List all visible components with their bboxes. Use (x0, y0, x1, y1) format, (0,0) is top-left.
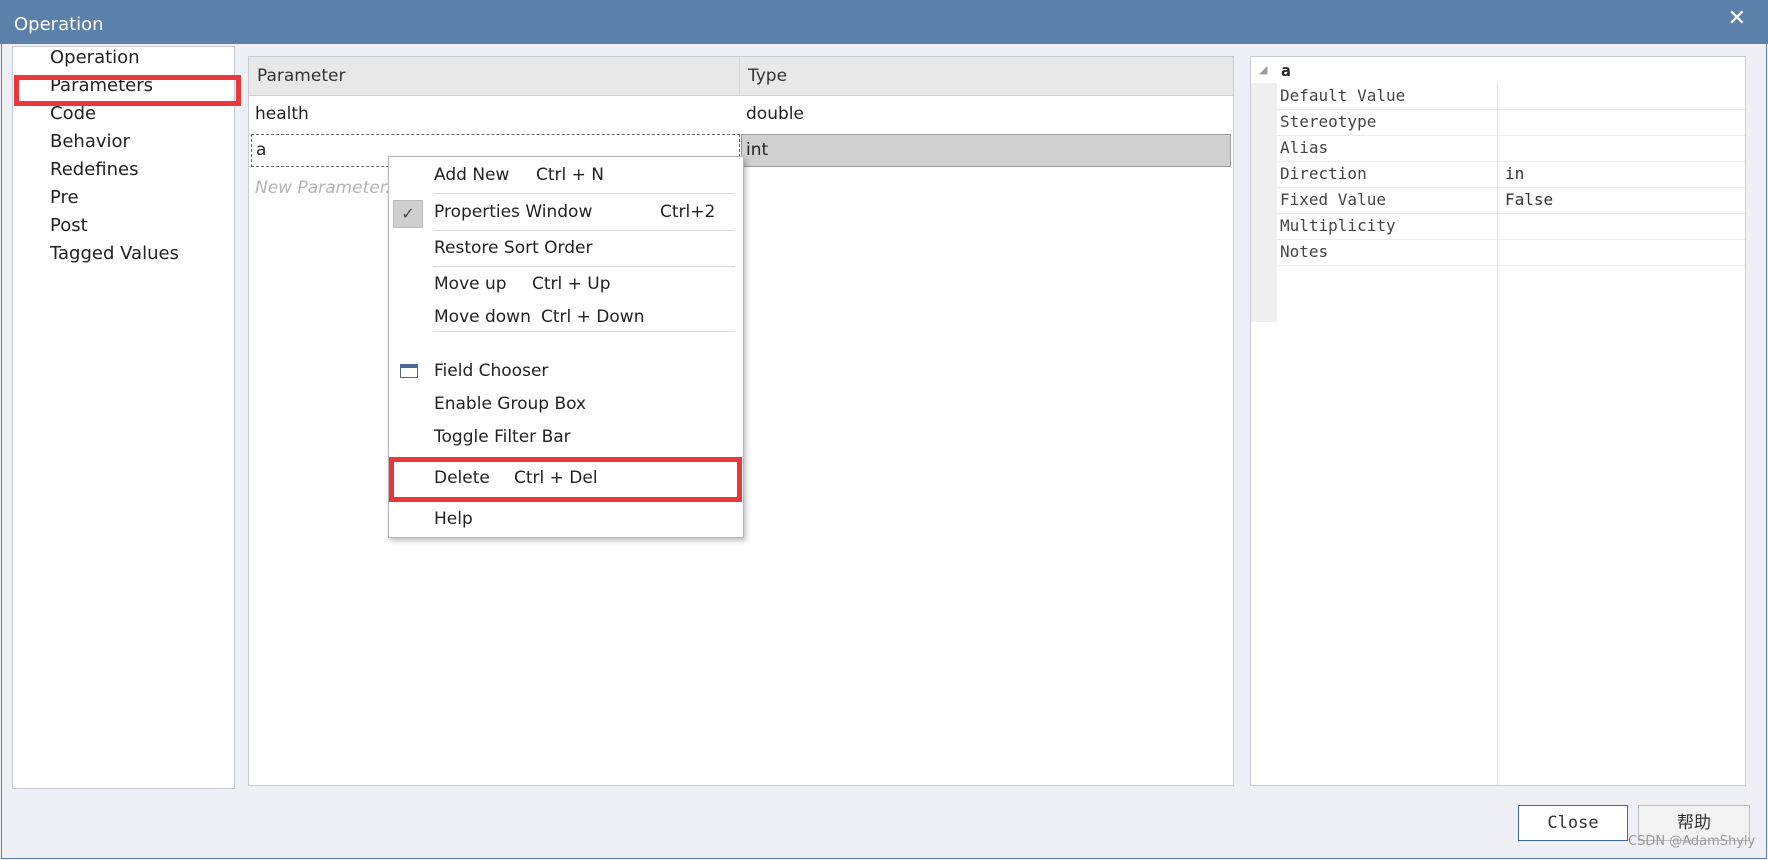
window-title: Operation (14, 14, 104, 35)
nav-item-pre[interactable]: Pre (50, 187, 79, 208)
menu-item-move-up[interactable]: Move up (434, 274, 507, 294)
shortcut-move-up: Ctrl + Up (532, 274, 611, 294)
property-key: Notes (1280, 242, 1329, 261)
menu-item-properties-window[interactable]: Properties Window (434, 202, 592, 222)
shortcut-move-down: Ctrl + Down (541, 307, 645, 327)
row-health-type[interactable]: double (746, 104, 804, 124)
row-health-parameter[interactable]: health (255, 104, 309, 124)
menu-separator (433, 193, 735, 194)
nav-item-post[interactable]: Post (50, 215, 88, 236)
watermark: CSDN @AdamShyly (1628, 834, 1756, 849)
property-row-direction[interactable]: Direction in (1277, 161, 1745, 188)
menu-separator (433, 331, 735, 332)
property-row-stereotype[interactable]: Stereotype (1277, 109, 1745, 136)
row-a-type: int (746, 140, 769, 160)
nav-item-code[interactable]: Code (50, 103, 96, 124)
property-key: Alias (1280, 138, 1329, 157)
property-key: Default Value (1280, 86, 1406, 105)
delete-highlight-box (389, 457, 742, 502)
column-divider[interactable] (739, 57, 740, 95)
new-parameter-placeholder[interactable]: New Parameter... (255, 178, 401, 198)
properties-element-name: a (1281, 61, 1291, 80)
menu-item-add-new[interactable]: Add New (434, 165, 509, 185)
property-value[interactable]: in (1505, 164, 1524, 183)
close-button[interactable]: Close (1518, 805, 1628, 841)
property-row-multiplicity[interactable]: Multiplicity (1277, 213, 1745, 240)
row-a-parameter: a (256, 140, 267, 160)
menu-item-restore-sort-order[interactable]: Restore Sort Order (434, 238, 592, 258)
menu-item-help[interactable]: Help (434, 509, 473, 529)
property-key: Multiplicity (1280, 216, 1396, 235)
menu-item-field-chooser[interactable]: Field Chooser (434, 361, 548, 381)
column-header-type[interactable]: Type (748, 57, 787, 95)
properties-header: ◢ a (1251, 57, 1745, 83)
nav-item-tagged-values[interactable]: Tagged Values (50, 243, 179, 264)
shortcut-properties-window: Ctrl+2 (660, 202, 716, 222)
nav-item-redefines[interactable]: Redefines (50, 159, 138, 180)
window-icon (400, 364, 418, 378)
collapse-triangle-icon[interactable]: ◢ (1259, 63, 1267, 76)
nav-item-behavior[interactable]: Behavior (50, 131, 130, 152)
menu-separator (433, 266, 735, 267)
shortcut-add-new: Ctrl + N (536, 165, 605, 185)
property-row-notes[interactable]: Notes (1277, 239, 1745, 266)
property-row-alias[interactable]: Alias (1277, 135, 1745, 162)
row-a-type-cell[interactable]: int (741, 134, 1231, 167)
close-icon[interactable]: ✕ (1728, 6, 1746, 31)
menu-item-enable-group-box[interactable]: Enable Group Box (434, 394, 586, 414)
property-key: Fixed Value (1280, 190, 1386, 209)
column-header-parameter[interactable]: Parameter (257, 57, 345, 95)
menu-item-move-down[interactable]: Move down (434, 307, 531, 327)
grid-header: Parameter Type (249, 57, 1233, 96)
properties-panel: ◢ a Default Value Stereotype Alias Direc… (1250, 56, 1746, 786)
title-bar: Operation ✕ (0, 0, 1768, 44)
parameters-highlight-box (14, 75, 241, 106)
property-row-fixed-value[interactable]: Fixed Value False (1277, 187, 1745, 214)
checkmark-icon: ✓ (393, 200, 423, 228)
menu-separator (433, 230, 735, 231)
property-key: Stereotype (1280, 112, 1377, 131)
nav-panel: Operation Parameters Code Behavior Redef… (12, 46, 235, 789)
property-key: Direction (1280, 164, 1367, 183)
menu-item-toggle-filter-bar[interactable]: Toggle Filter Bar (434, 427, 571, 447)
nav-item-operation[interactable]: Operation (50, 47, 140, 68)
property-row-default-value[interactable]: Default Value (1277, 83, 1745, 110)
properties-gutter (1251, 83, 1277, 322)
property-value[interactable]: False (1505, 190, 1553, 209)
